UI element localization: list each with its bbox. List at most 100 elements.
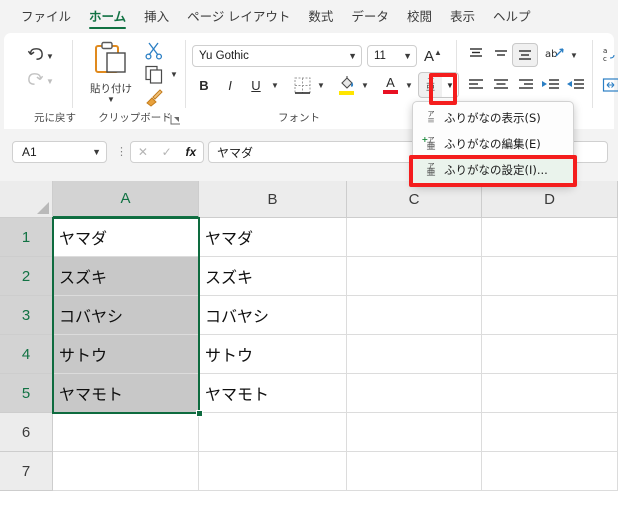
chevron-down-icon[interactable]: ▼	[361, 81, 369, 90]
select-all-corner[interactable]	[0, 181, 53, 218]
column-header-c[interactable]: C	[347, 181, 482, 218]
chevron-down-icon[interactable]: ▼	[403, 51, 412, 61]
tab-page-layout[interactable]: ページ レイアウト	[178, 2, 299, 31]
chevron-down-icon[interactable]: ▼	[170, 71, 178, 79]
cell-a5[interactable]: ヤマモト	[53, 374, 199, 413]
tab-insert[interactable]: 挿入	[135, 2, 178, 31]
cancel-formula-button[interactable]: ✕	[138, 145, 148, 159]
cell-d3[interactable]	[482, 296, 618, 335]
fill-color-dropdown[interactable]: ▼	[358, 73, 372, 97]
cell-d6[interactable]	[482, 413, 618, 452]
copy-button[interactable]: ▼	[144, 65, 186, 85]
cell-c4[interactable]	[347, 335, 482, 374]
align-middle-button[interactable]	[491, 46, 511, 64]
chevron-down-icon[interactable]: ▼	[46, 53, 54, 61]
row-header-2[interactable]: 2	[0, 257, 53, 296]
cell-a1[interactable]: ヤマダ	[53, 218, 199, 257]
fill-handle[interactable]	[196, 410, 203, 417]
borders-dropdown[interactable]: ▼	[314, 73, 328, 97]
cell-a2[interactable]: スズキ	[53, 257, 199, 296]
tab-help[interactable]: ヘルプ	[484, 2, 540, 31]
align-bottom-button[interactable]	[512, 43, 538, 67]
cell-d2[interactable]	[482, 257, 618, 296]
cell-b1[interactable]: ヤマダ	[199, 218, 347, 257]
tab-view[interactable]: 表示	[441, 2, 484, 31]
tab-data[interactable]: データ	[342, 2, 398, 31]
text-orientation-button[interactable]: ab	[544, 46, 564, 64]
row-header-6[interactable]: 6	[0, 413, 53, 452]
chevron-down-icon[interactable]: ▼	[107, 96, 115, 104]
cell-c2[interactable]	[347, 257, 482, 296]
font-size-combo[interactable]: 11 ▼	[367, 45, 417, 67]
paste-button[interactable]: 貼り付け ▼	[83, 41, 139, 104]
font-color-button[interactable]: A	[380, 73, 401, 97]
text-orientation-dropdown[interactable]: ▼	[568, 46, 580, 64]
align-top-button[interactable]	[466, 46, 486, 64]
fill-color-button[interactable]	[336, 73, 357, 97]
cell-d1[interactable]	[482, 218, 618, 257]
cell-d7[interactable]	[482, 452, 618, 491]
cell-c3[interactable]	[347, 296, 482, 335]
borders-button[interactable]	[290, 73, 314, 97]
cell-d4[interactable]	[482, 335, 618, 374]
row-header-3[interactable]: 3	[0, 296, 53, 335]
chevron-down-icon[interactable]: ▼	[317, 81, 325, 90]
cell-a7[interactable]	[53, 452, 199, 491]
cell-a3[interactable]: コバヤシ	[53, 296, 199, 335]
align-right-button[interactable]	[516, 76, 536, 94]
cell-b4[interactable]: サトウ	[199, 335, 347, 374]
chevron-down-icon[interactable]: ▼	[348, 51, 357, 61]
bold-button[interactable]: B	[192, 73, 216, 97]
chevron-down-icon[interactable]: ▼	[92, 147, 101, 157]
cell-c7[interactable]	[347, 452, 482, 491]
column-header-b[interactable]: B	[199, 181, 347, 218]
cell-c5[interactable]	[347, 374, 482, 413]
phonetic-guide-button[interactable]: ア 亜	[418, 72, 443, 98]
tab-home[interactable]: ホーム	[80, 2, 135, 31]
align-left-button[interactable]	[466, 76, 486, 94]
menu-item-show-phonetic[interactable]: ア ≡ ふりがなの表示(S)	[413, 105, 573, 131]
cut-button[interactable]	[144, 41, 166, 61]
tab-review[interactable]: 校閲	[398, 2, 441, 31]
row-header-7[interactable]: 7	[0, 452, 53, 491]
align-center-button[interactable]	[491, 76, 511, 94]
menu-item-edit-phonetic[interactable]: + ア 亜 ふりがなの編集(E)	[413, 131, 573, 157]
cell-c1[interactable]	[347, 218, 482, 257]
cell-b7[interactable]	[199, 452, 347, 491]
cell-b2[interactable]: スズキ	[199, 257, 347, 296]
column-header-d[interactable]: D	[482, 181, 618, 218]
chevron-down-icon[interactable]: ▼	[271, 81, 279, 90]
column-header-a[interactable]: A	[53, 181, 199, 218]
row-header-5[interactable]: 5	[0, 374, 53, 413]
cell-b6[interactable]	[199, 413, 347, 452]
tab-file[interactable]: ファイル	[12, 2, 80, 31]
increase-font-size-button[interactable]: A ▲	[422, 45, 444, 67]
cell-d5[interactable]	[482, 374, 618, 413]
cell-a4[interactable]: サトウ	[53, 335, 199, 374]
underline-button[interactable]: U	[244, 73, 268, 97]
font-color-dropdown[interactable]: ▼	[402, 73, 416, 97]
italic-button[interactable]: I	[218, 73, 242, 97]
enter-formula-button[interactable]: ✓	[162, 145, 172, 159]
insert-function-button[interactable]: fx	[185, 145, 196, 159]
cell-c6[interactable]	[347, 413, 482, 452]
format-painter-button[interactable]	[144, 89, 166, 109]
cell-a6[interactable]	[53, 413, 199, 452]
menu-item-phonetic-settings[interactable]: ア 亜 ふりがなの設定(I)...	[413, 157, 573, 183]
merge-cells-button[interactable]	[602, 76, 618, 94]
wrap-text-button[interactable]: a c	[602, 46, 618, 64]
cell-b3[interactable]: コバヤシ	[199, 296, 347, 335]
decrease-indent-button[interactable]	[541, 76, 561, 94]
tab-formulas[interactable]: 数式	[299, 2, 342, 31]
undo-button[interactable]: ▼	[26, 46, 54, 68]
row-header-1[interactable]: 1	[0, 218, 53, 257]
cell-b5[interactable]: ヤマモト	[199, 374, 347, 413]
font-name-combo[interactable]: Yu Gothic ▼	[192, 45, 362, 67]
increase-indent-button[interactable]	[566, 76, 586, 94]
clipboard-dialog-launcher[interactable]	[170, 114, 181, 125]
underline-dropdown[interactable]: ▼	[268, 73, 282, 97]
chevron-down-icon[interactable]: ▼	[405, 81, 413, 90]
row-header-4[interactable]: 4	[0, 335, 53, 374]
name-box[interactable]: A1 ▼	[12, 141, 107, 163]
chevron-down-icon[interactable]: ▼	[570, 51, 578, 60]
